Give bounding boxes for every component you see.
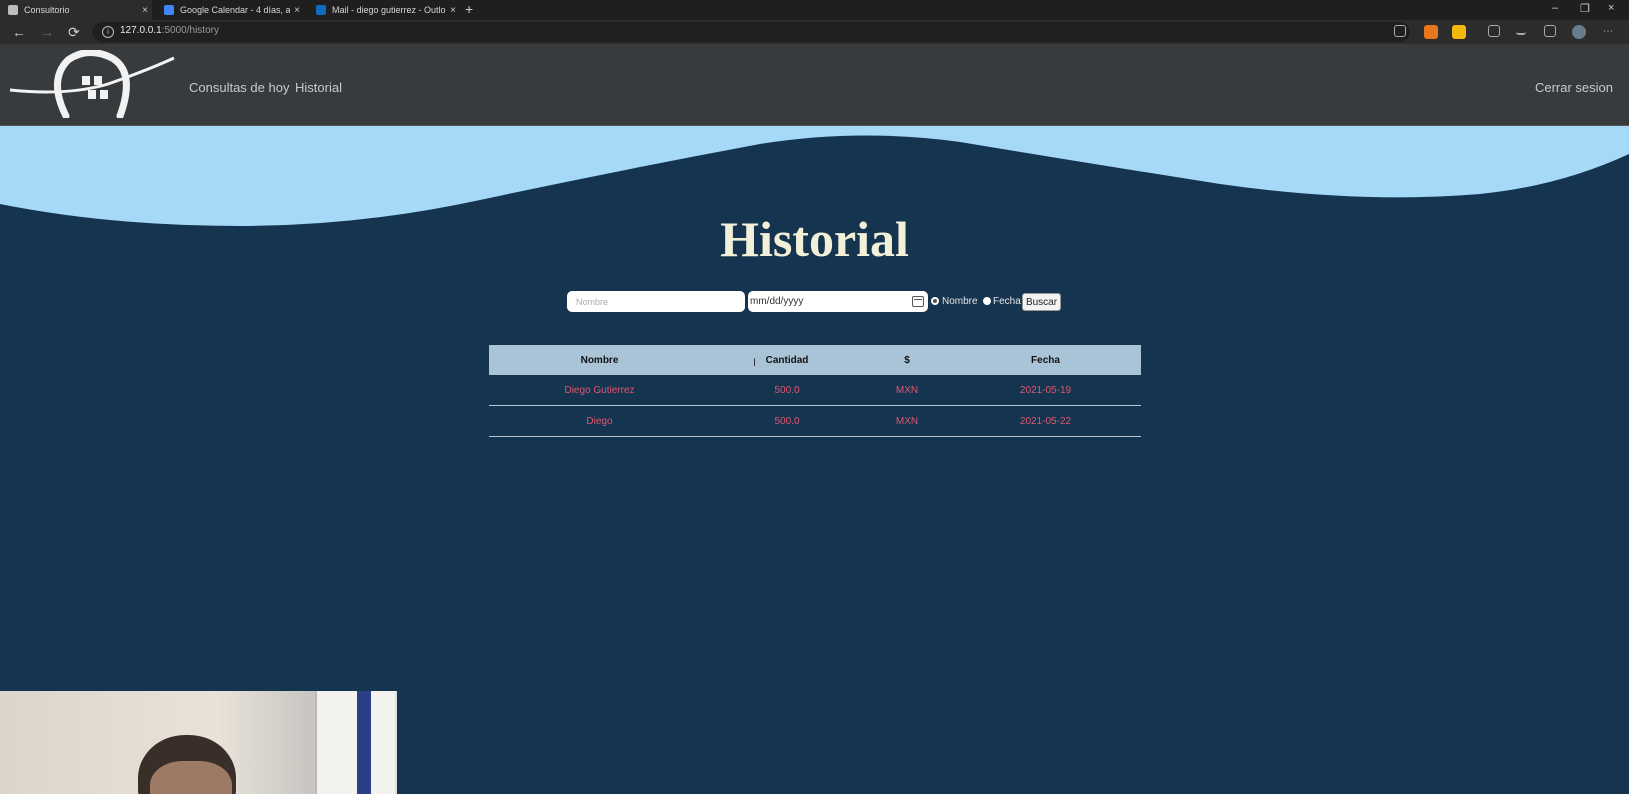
- table-header: Nombre Cantidad $ Fecha: [489, 345, 1141, 375]
- tab-title: Consultorio: [24, 5, 70, 15]
- cell-nombre: Diego Gutierrez: [564, 384, 635, 396]
- close-window-button[interactable]: ×: [1608, 2, 1614, 14]
- restore-button[interactable]: ❐: [1580, 2, 1590, 15]
- cell-cantidad: 500.0: [774, 415, 800, 427]
- forward-button[interactable]: →: [40, 23, 54, 41]
- cell-currency: MXN: [895, 384, 919, 396]
- calendar-icon: [164, 5, 174, 15]
- nav-link-historial[interactable]: Historial: [295, 80, 342, 95]
- history-table: Nombre Cantidad $ Fecha Diego Gutierrez …: [489, 345, 1141, 437]
- browser-tab-bar: Consultorio × Google Calendar - 4 días, …: [0, 0, 1629, 20]
- tab-title: Mail - diego gutierrez - Outlook: [332, 5, 446, 15]
- tab-consultorio[interactable]: Consultorio ×: [0, 0, 152, 20]
- back-button[interactable]: ←: [12, 23, 26, 41]
- header-nombre: Nombre: [580, 354, 619, 366]
- page-title: Historial: [720, 211, 909, 267]
- outlook-icon: [316, 5, 326, 15]
- radio-fecha-label: Fecha: [993, 296, 1021, 307]
- text-cursor-icon: I: [753, 357, 757, 369]
- favorites-add-icon[interactable]: [1394, 25, 1406, 37]
- nav-link-consultas-de-hoy[interactable]: Consultas de hoy: [189, 80, 289, 95]
- tab-title: Google Calendar - 4 días, a partir: [180, 5, 290, 15]
- url-path: :5000/history: [161, 25, 219, 36]
- name-search-input[interactable]: [567, 291, 745, 312]
- logout-link[interactable]: Cerrar sesion: [1535, 80, 1613, 95]
- table-row: Diego 500.0 MXN 2021-05-22: [489, 406, 1141, 437]
- radio-nombre[interactable]: [931, 297, 939, 305]
- close-tab-icon[interactable]: ×: [290, 5, 304, 16]
- header-currency: $: [904, 354, 910, 366]
- metamask-extension-icon[interactable]: [1424, 25, 1438, 39]
- webcam-person-face: [150, 761, 232, 794]
- reload-button[interactable]: ⟳: [68, 23, 80, 41]
- header-fecha: Fecha: [1031, 354, 1060, 366]
- minimize-button[interactable]: –: [1552, 2, 1558, 14]
- tab-outlook-mail[interactable]: Mail - diego gutierrez - Outlook ×: [308, 0, 460, 20]
- new-tab-button[interactable]: +: [465, 1, 473, 17]
- more-menu-icon[interactable]: ⋯: [1601, 25, 1615, 39]
- cell-nombre: Diego: [586, 415, 613, 427]
- wallet-extension-icon[interactable]: [1452, 25, 1466, 39]
- cell-fecha: 2021-05-19: [1019, 384, 1072, 396]
- table-row: Diego Gutierrez 500.0 MXN 2021-05-19: [489, 375, 1141, 406]
- collections-icon[interactable]: [1544, 25, 1556, 37]
- site-info-icon[interactable]: i: [102, 26, 114, 38]
- date-search-input[interactable]: mm/dd/yyyy: [748, 291, 928, 312]
- url-text: 127.0.0.1:5000/history: [120, 25, 219, 36]
- cell-cantidad: 500.0: [774, 384, 800, 396]
- profile-avatar[interactable]: [1572, 25, 1586, 39]
- browser-address-bar: ← → ⟳ i 127.0.0.1:5000/history ⋯: [0, 20, 1629, 44]
- radio-nombre-label: Nombre: [942, 296, 978, 307]
- calendar-picker-icon[interactable]: [912, 296, 924, 307]
- close-tab-icon[interactable]: ×: [138, 5, 152, 16]
- url-field[interactable]: i 127.0.0.1:5000/history: [92, 22, 1410, 42]
- page-icon: [8, 5, 18, 15]
- webcam-background-door: [315, 691, 395, 794]
- search-button[interactable]: Buscar: [1022, 293, 1061, 311]
- close-tab-icon[interactable]: ×: [446, 5, 460, 16]
- download-icon[interactable]: [1516, 25, 1526, 35]
- app-navbar: Consultas de hoy Historial Cerrar sesion: [0, 44, 1629, 126]
- cell-fecha: 2021-05-22: [1019, 415, 1072, 427]
- radio-fecha[interactable]: [983, 297, 991, 305]
- date-placeholder: mm/dd/yyyy: [750, 296, 804, 307]
- clinic-logo[interactable]: [8, 50, 176, 118]
- webcam-overlay: [0, 691, 397, 794]
- url-host: 127.0.0.1: [120, 25, 162, 36]
- header-cantidad: Cantidad: [765, 354, 809, 366]
- tab-google-calendar[interactable]: Google Calendar - 4 días, a partir ×: [156, 0, 304, 20]
- cell-currency: MXN: [895, 415, 919, 427]
- favorites-icon[interactable]: [1488, 25, 1500, 37]
